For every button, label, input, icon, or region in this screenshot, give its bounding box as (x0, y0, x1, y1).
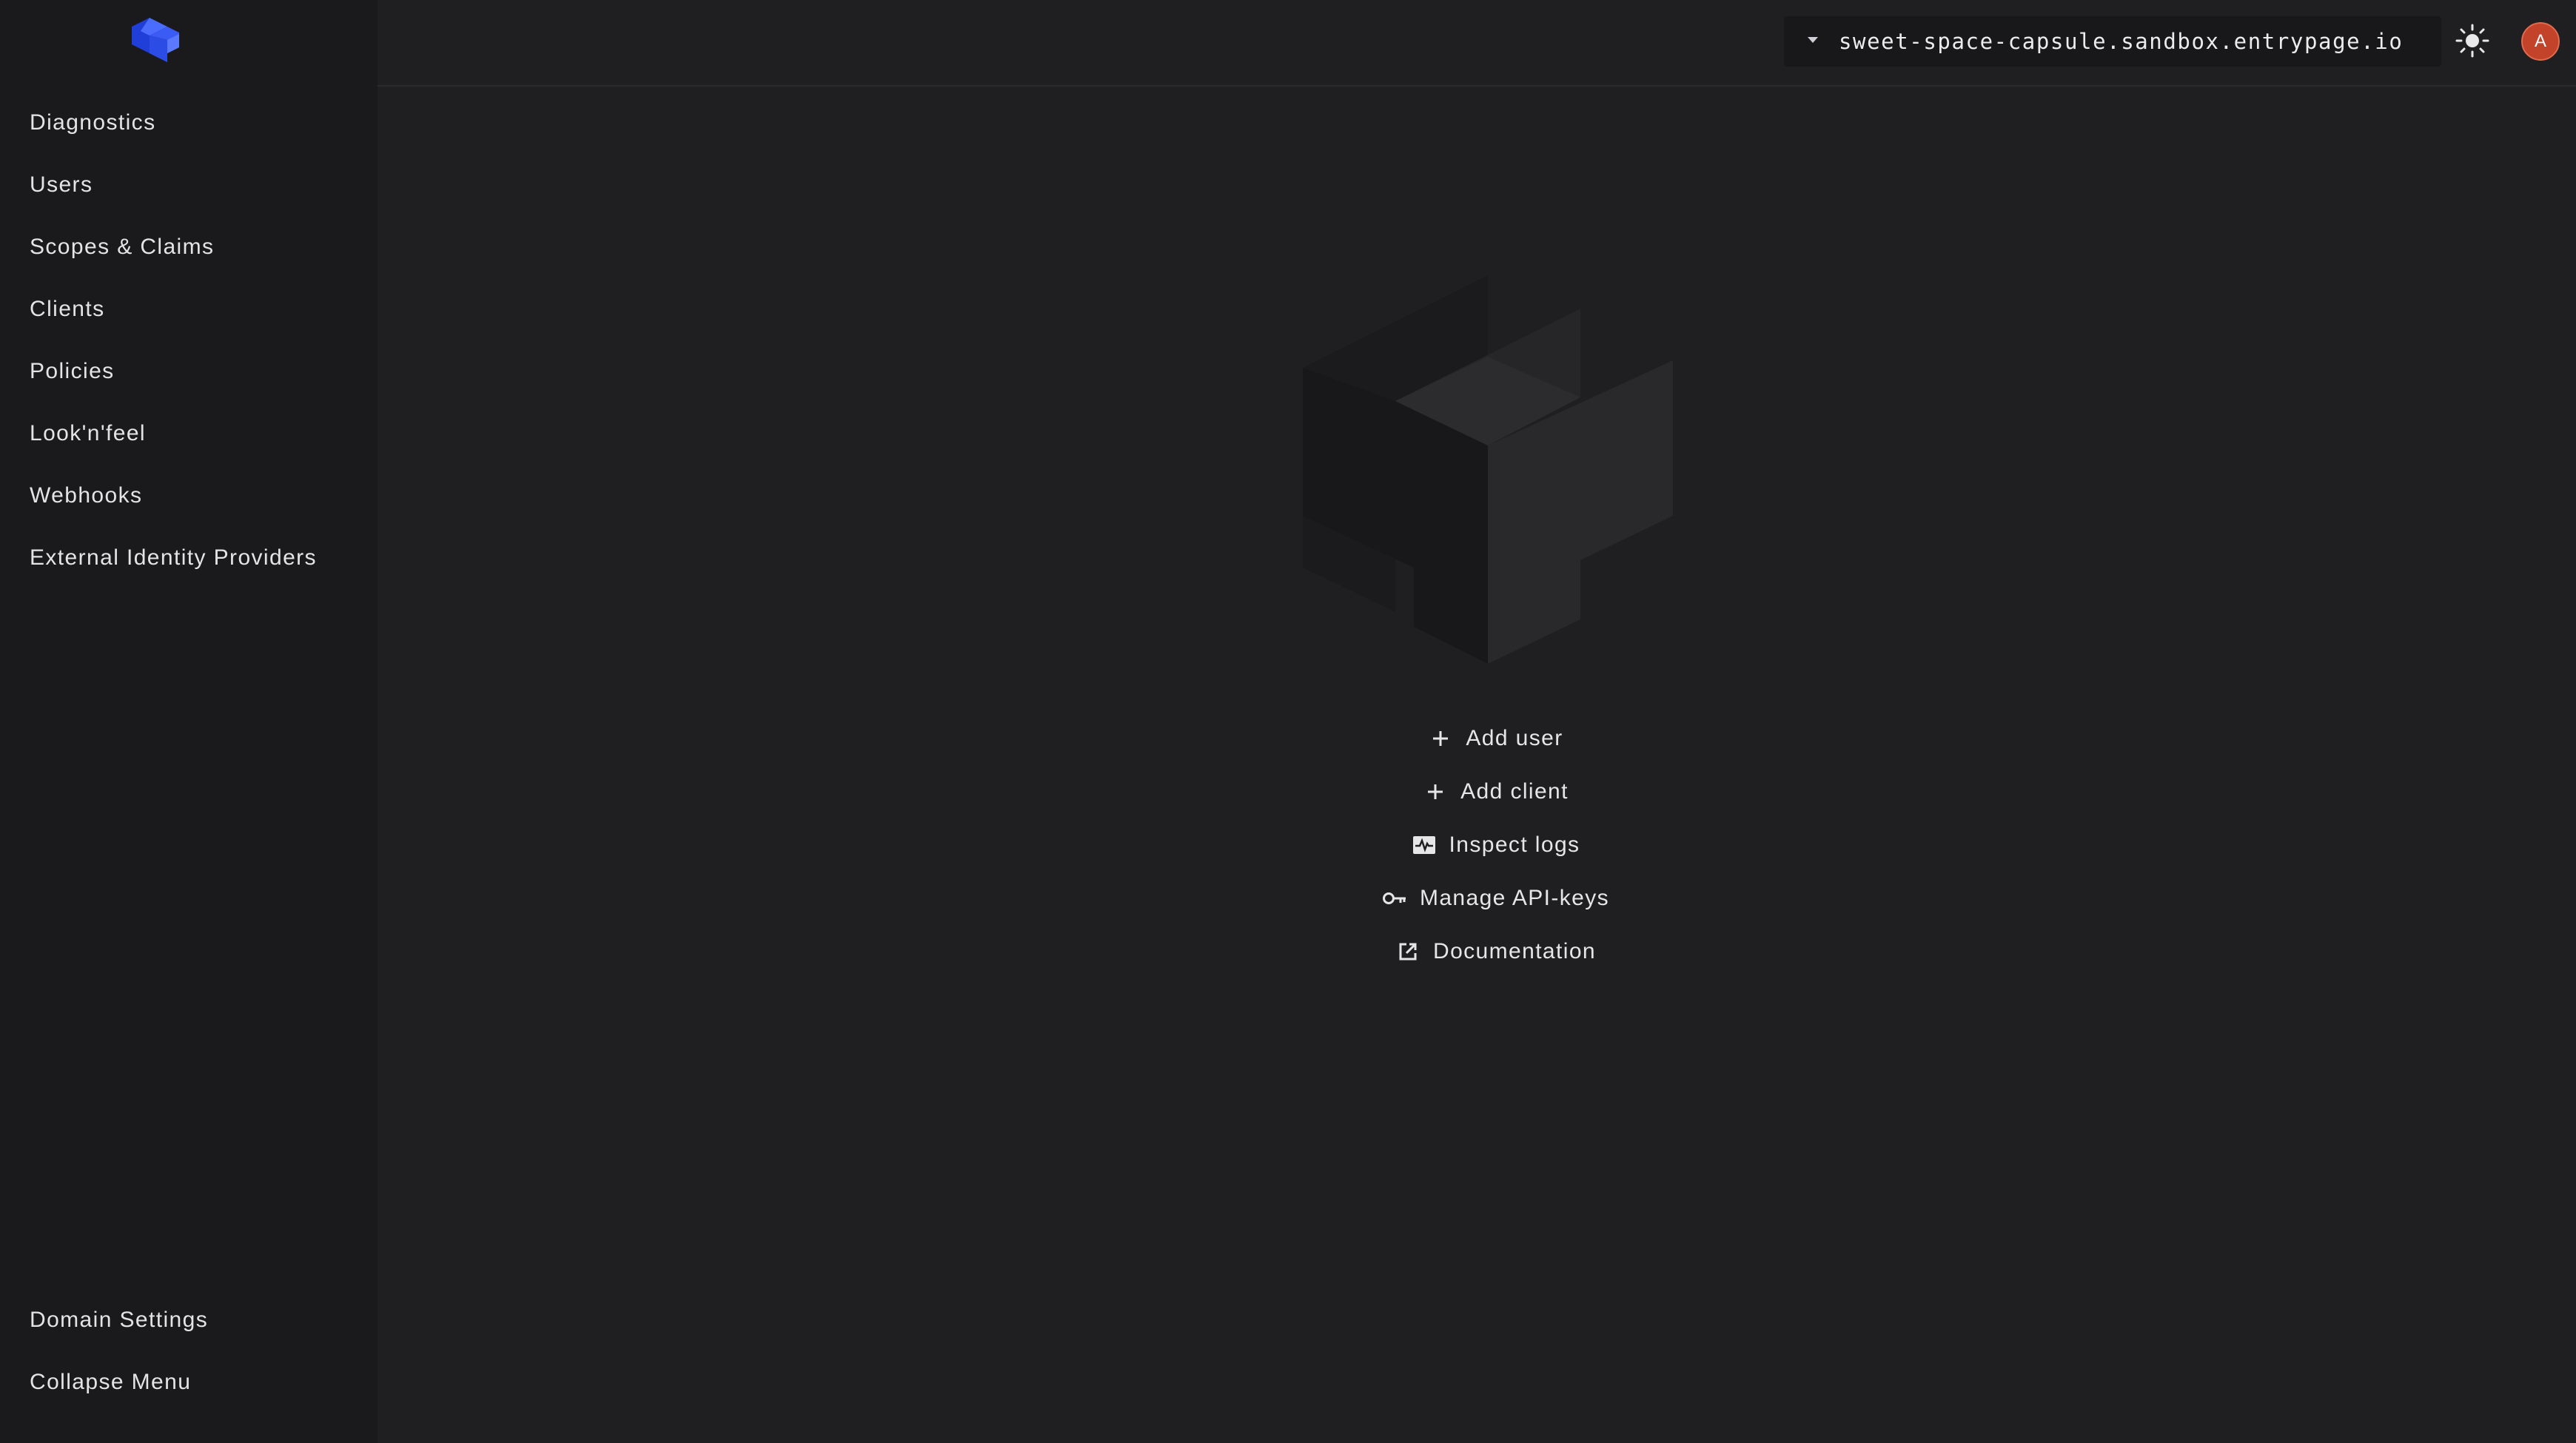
domain-selector[interactable]: sweet-space-capsule.sandbox.entrypage.io (1784, 16, 2441, 67)
top-bar: sweet-space-capsule.sandbox.entrypage.io… (378, 0, 2576, 87)
add-user-label: Add user (1466, 726, 1563, 750)
sidebar-item-domain-settings[interactable]: Domain Settings (0, 1289, 378, 1351)
add-client-button[interactable]: Add client (1036, 765, 1954, 818)
inspect-logs-label: Inspect logs (1449, 832, 1580, 857)
sidebar: Diagnostics Users Scopes & Claims Client… (0, 0, 378, 1443)
add-user-button[interactable]: Add user (1036, 712, 1954, 765)
add-client-label: Add client (1460, 779, 1569, 804)
documentation-label: Documentation (1433, 939, 1596, 963)
inspect-logs-button[interactable]: Inspect logs (1036, 818, 1954, 872)
manage-api-keys-label: Manage API-keys (1419, 886, 1610, 910)
sidebar-item-scopes-claims[interactable]: Scopes & Claims (0, 216, 378, 278)
hero-cube-illustration (1303, 275, 1673, 664)
sidebar-item-external-identity-providers[interactable]: External Identity Providers (0, 527, 378, 589)
plus-icon (1427, 725, 1454, 752)
external-link-icon (1395, 938, 1421, 965)
sidebar-bottom-nav: Domain Settings Collapse Menu (0, 1289, 378, 1413)
sidebar-item-policies[interactable]: Policies (0, 340, 378, 403)
avatar[interactable]: A (2521, 22, 2560, 61)
sidebar-item-users[interactable]: Users (0, 154, 378, 216)
sun-icon[interactable] (2454, 22, 2491, 59)
app-root: Diagnostics Users Scopes & Claims Client… (0, 0, 2576, 1443)
activity-icon (1411, 832, 1438, 858)
domain-name: sweet-space-capsule.sandbox.entrypage.io (1839, 29, 2404, 54)
sidebar-item-look-n-feel[interactable]: Look'n'feel (0, 403, 378, 465)
quick-actions: Add user Add client Inspect logs Manage … (1036, 712, 1954, 978)
key-icon (1381, 885, 1408, 912)
chevron-down-icon (1808, 37, 1818, 43)
plus-icon (1422, 778, 1449, 805)
cube-logo-icon[interactable] (130, 13, 182, 65)
collapse-menu-button[interactable]: Collapse Menu (0, 1351, 378, 1413)
sidebar-item-webhooks[interactable]: Webhooks (0, 465, 378, 527)
sidebar-nav: Diagnostics Users Scopes & Claims Client… (0, 92, 378, 589)
manage-api-keys-button[interactable]: Manage API-keys (1036, 872, 1954, 925)
sidebar-item-clients[interactable]: Clients (0, 278, 378, 340)
documentation-link[interactable]: Documentation (1036, 925, 1954, 978)
sidebar-item-diagnostics[interactable]: Diagnostics (0, 92, 378, 154)
